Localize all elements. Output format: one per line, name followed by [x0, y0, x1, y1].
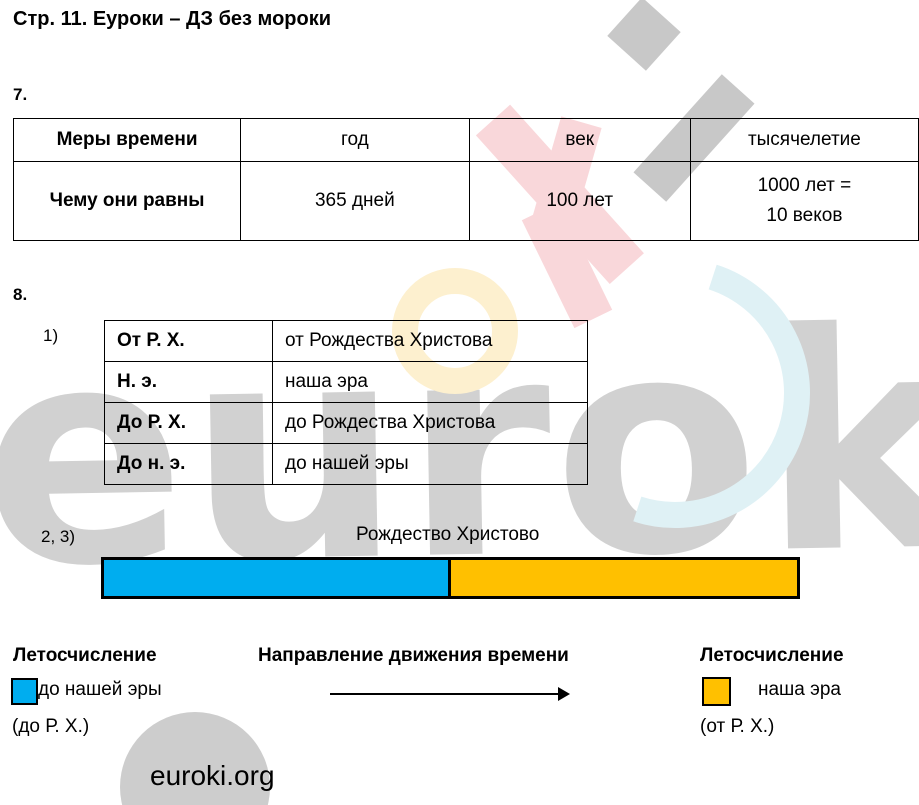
cell-meaning-do-ne: до нашей эры: [272, 443, 588, 485]
exercise-7-number: 7.: [13, 85, 28, 104]
table-row: До Р. Х. до Рождества Христова: [104, 402, 588, 444]
footer-site-url: euroki.org: [150, 760, 275, 791]
exercise-8-number: 8.: [13, 285, 28, 304]
cell-abbr-do-rh: До Р. Х.: [104, 402, 273, 444]
table-era-abbreviations: От Р. Х. от Рождества Христова Н. э. наш…: [104, 320, 588, 485]
legend-right-title: Летосчисление: [700, 645, 844, 666]
exercise-8-part-23-label: 2, 3): [41, 527, 76, 546]
time-direction-arrow-icon: [330, 687, 570, 701]
cell-measure-century: век: [468, 118, 691, 162]
table-row: Меры времени год век тысячелетие: [12, 118, 919, 162]
cell-meaning-do-rh: до Рождества Христова: [272, 402, 588, 444]
legend-swatch-before-christ: [11, 678, 38, 705]
cell-meaning-ot-rh: от Рождества Христова: [272, 320, 588, 362]
cell-abbr-ot-rh: От Р. Х.: [104, 320, 273, 362]
cell-millennium-value: 1000 лет = 10 веков: [689, 161, 919, 241]
timeline-segment-anno-domini: [450, 560, 797, 596]
legend-label-before-christ: до нашей эры: [38, 679, 162, 700]
exercise-8-part-1-label: 1): [43, 326, 59, 345]
timeline-segment-before-christ: [104, 560, 451, 596]
table-row: Чему они равны 365 дней 100 лет 1000 лет…: [12, 161, 919, 241]
cell-measure-millennium: тысячелетие: [689, 118, 919, 162]
timeline-nativity-label: Рождество Христово: [356, 524, 540, 545]
legend-sublabel-anno-domini: (от Р. Х.): [700, 716, 775, 737]
table-row: До н. э. до нашей эры: [104, 443, 588, 485]
legend-middle-title: Направление движения времени: [258, 645, 569, 666]
watermark-grey-bar-small: [607, 0, 681, 71]
cell-meaning-ne: наша эра: [272, 361, 588, 403]
cell-abbr-do-ne: До н. э.: [104, 443, 273, 485]
legend-label-anno-domini: наша эра: [758, 679, 841, 700]
legend-sublabel-before-christ: (до Р. Х.): [12, 716, 90, 737]
page-title: Стр. 11. Еуроки – ДЗ без мороки: [13, 8, 332, 30]
table-row: От Р. Х. от Рождества Христова: [104, 320, 588, 362]
cell-year-value: 365 дней: [240, 161, 470, 241]
page-root: euroki Стр. 11. Еуроки – ДЗ без мороки 7…: [0, 0, 919, 805]
table-time-measures: Меры времени год век тысячелетие Чему он…: [12, 118, 919, 241]
millennium-line-2: 10 веков: [766, 205, 843, 226]
cell-measure-year: год: [240, 118, 470, 162]
legend-swatch-anno-domini: [702, 677, 731, 706]
legend-left-title: Летосчисление: [13, 645, 157, 666]
cell-measures-header: Меры времени: [12, 118, 242, 162]
timeline-bar: [101, 557, 800, 599]
cell-equals-header: Чему они равны: [12, 161, 242, 241]
millennium-line-1: 1000 лет =: [757, 175, 852, 196]
table-row: Н. э. наша эра: [104, 361, 588, 403]
cell-abbr-ne: Н. э.: [104, 361, 273, 403]
cell-century-value: 100 лет: [468, 161, 691, 241]
